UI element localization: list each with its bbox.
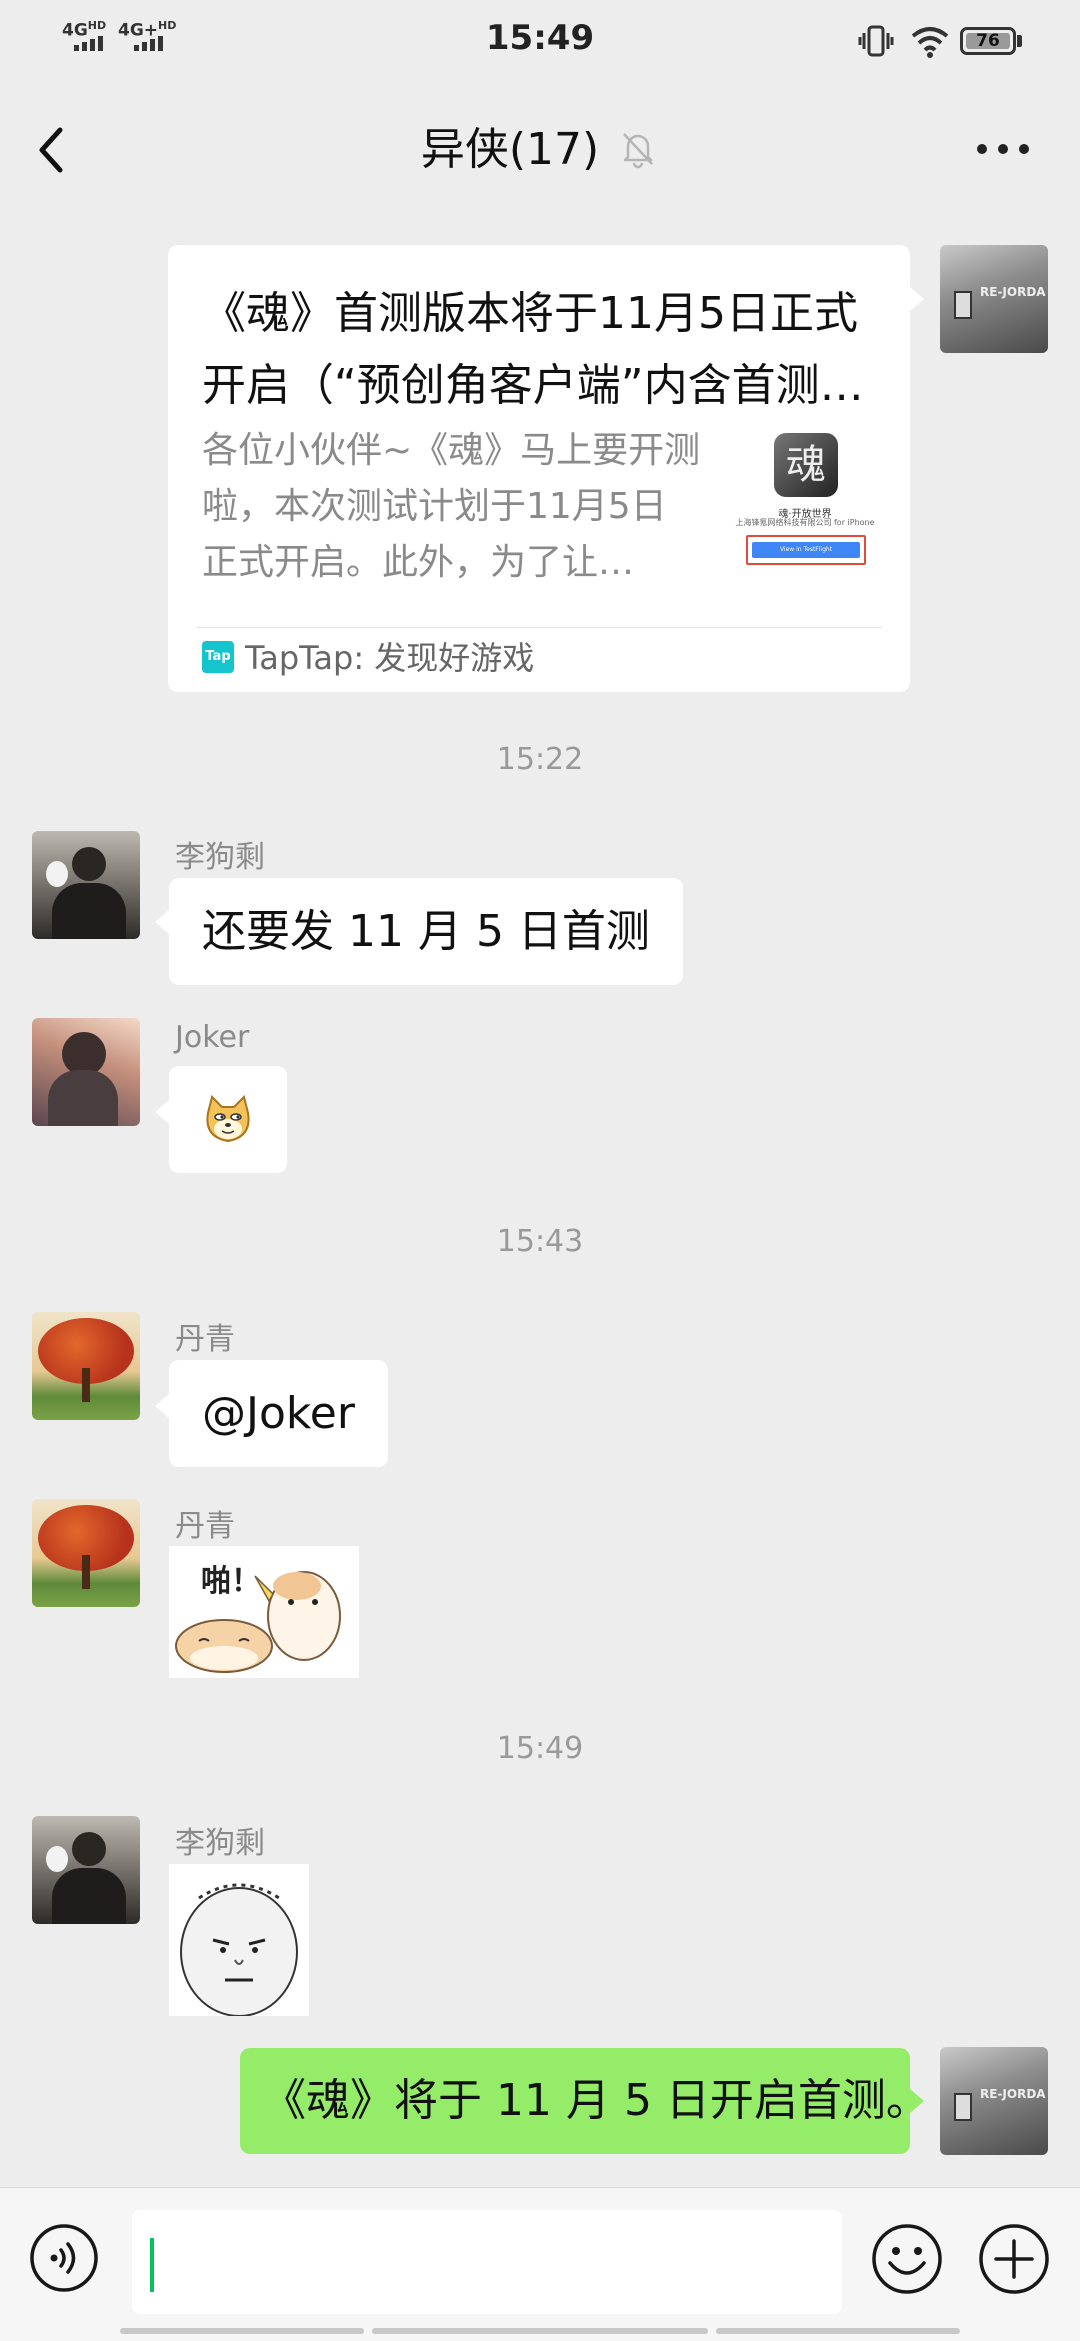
sender-name: 丹青 xyxy=(175,1322,235,1357)
muted-bell-icon xyxy=(623,133,653,169)
link-card-description: 各位小伙伴~《魂》马上要开测啦，本次测试计划于11月5日正式开启。此外，为了让… xyxy=(202,430,701,583)
sender-avatar[interactable] xyxy=(32,1816,140,1924)
hamster-sticker-icon xyxy=(175,1571,341,1673)
chat-title-text: 异侠(17) xyxy=(420,124,600,175)
sticker-image[interactable] xyxy=(169,1864,309,2017)
sender-name: 李狗剩 xyxy=(175,1826,265,1861)
bubble-tail xyxy=(155,1394,169,1418)
self-avatar[interactable]: RE-JORDA xyxy=(940,245,1048,353)
thumb-testflight-button: View in TestFlight xyxy=(752,542,860,558)
sender-name: Joker xyxy=(175,1020,250,1055)
wifi-icon xyxy=(911,27,949,58)
plus-icon[interactable] xyxy=(978,2223,1050,2295)
sender-name: 丹青 xyxy=(175,1509,235,1544)
sender-avatar[interactable] xyxy=(32,831,140,939)
self-message-bubble[interactable]: 《魂》将于 11 月 5 日开启首测。 xyxy=(240,2048,930,2154)
nav-gesture-bar xyxy=(372,2328,708,2334)
bubble-tail xyxy=(155,910,169,934)
link-card-thumbnail: 魂 魂·开放世界 上海锋氪网络科技有限公司 for iPhone View in… xyxy=(730,433,880,573)
card-divider xyxy=(196,627,882,628)
avatar-sign xyxy=(954,2093,972,2121)
battery-icon: 76 xyxy=(960,27,1016,55)
text-caret xyxy=(150,2238,154,2292)
vibrate-icon xyxy=(858,25,894,57)
bubble-tail xyxy=(910,287,924,311)
thumb-company: 上海锋氪网络科技有限公司 for iPhone xyxy=(735,518,875,527)
sender-avatar[interactable] xyxy=(32,1499,140,1607)
sender-avatar[interactable] xyxy=(32,1018,140,1126)
emoji-icon[interactable] xyxy=(871,2223,943,2295)
timestamp: 15:22 xyxy=(496,742,584,777)
sticker-image[interactable]: 啪！ xyxy=(169,1546,359,1678)
message-input[interactable] xyxy=(132,2210,842,2314)
meme-face-icon xyxy=(180,1883,298,2017)
nav-gesture-bar xyxy=(120,2328,364,2334)
battery-tip xyxy=(1017,35,1022,47)
timestamp: 15:43 xyxy=(496,1224,584,1259)
taptap-icon: Tap xyxy=(202,641,234,673)
avatar-sign xyxy=(954,291,972,319)
self-avatar[interactable]: RE-JORDA xyxy=(940,2047,1048,2155)
status-bar: 4GHD 4G+HD 15:49 76 xyxy=(0,0,1080,80)
sender-name: 李狗剩 xyxy=(175,840,265,875)
link-card-title: 《魂》首测版本将于11月5日正式开启（“预创角客户端”内含首测… xyxy=(202,288,864,411)
sender-avatar[interactable] xyxy=(32,1312,140,1420)
voice-icon[interactable] xyxy=(29,2223,99,2293)
nav-gesture-bar xyxy=(716,2328,960,2334)
bubble-tail xyxy=(155,1100,169,1124)
timestamp: 15:49 xyxy=(496,1731,584,1766)
doge-emoji-icon xyxy=(206,1095,250,1143)
message-bubble[interactable]: @Joker xyxy=(169,1360,388,1467)
battery-level: 76 xyxy=(976,31,1000,51)
bubble-tail xyxy=(910,2089,924,2113)
chat-title: 异侠(17) xyxy=(0,118,1080,182)
app-logo-icon: 魂 xyxy=(774,433,838,497)
link-card-source: TapTap: 发现好游戏 xyxy=(245,639,535,677)
sticker-bubble[interactable] xyxy=(169,1066,287,1173)
more-options-icon[interactable] xyxy=(974,128,1032,170)
thumb-button-frame: View in TestFlight xyxy=(746,535,866,565)
message-bubble[interactable]: 还要发 11 月 5 日首测 xyxy=(169,878,683,985)
